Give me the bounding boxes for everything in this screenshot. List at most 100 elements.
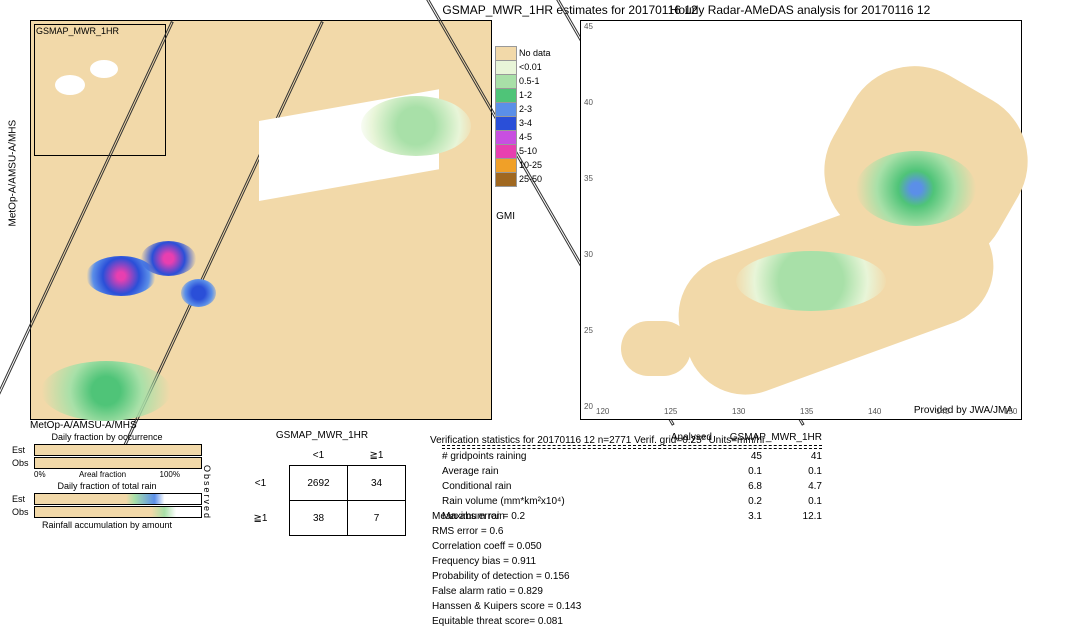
legend-item: 2-3	[495, 102, 553, 116]
inset-cloud	[90, 60, 118, 78]
scale-lbl: Areal fraction	[79, 470, 126, 479]
legend-swatch	[495, 60, 517, 75]
legend-item: No data	[495, 46, 553, 60]
verif-b: 12.1	[762, 511, 822, 522]
legend-label: 5-10	[519, 146, 537, 156]
tick-x: 150	[1004, 407, 1017, 416]
fraction-bars: Daily fraction by occurrence Est Obs 0%A…	[12, 430, 202, 532]
verif-row: Conditional rain6.84.7	[442, 479, 822, 494]
ct-col1: <1	[290, 445, 348, 466]
tick-x: 130	[732, 407, 745, 416]
tick-y: 20	[584, 402, 593, 411]
precip-blob	[141, 241, 196, 276]
left-map-ylabel: MetOp-A/AMSU-A/MHS	[8, 120, 19, 227]
metric-line: Probability of detection = 0.156	[432, 569, 662, 584]
verif-b: 0.1	[762, 496, 822, 507]
verif-a: 0.1	[702, 466, 762, 477]
occurrence-title: Daily fraction by occurrence	[12, 432, 202, 442]
scale-0: 0%	[34, 470, 46, 479]
provided-label: Provided by JWA/JMA	[914, 405, 1013, 416]
verif-a: 3.1	[702, 511, 762, 522]
legend-swatch	[495, 144, 517, 159]
obs-label: Obs	[12, 507, 34, 517]
ct-cell: 38	[290, 501, 348, 536]
precip-blob	[361, 96, 471, 156]
ct-cell: 2692	[290, 466, 348, 501]
tick-x: 140	[868, 407, 881, 416]
legend-swatch	[495, 116, 517, 131]
legend-swatch	[495, 46, 517, 61]
verif-label: # gridpoints raining	[442, 451, 702, 462]
verif-title: Verification statistics for 20170116 12 …	[430, 435, 765, 446]
inset-title: GSMAP_MWR_1HR	[35, 25, 165, 37]
verif-row: # gridpoints raining4541	[442, 449, 822, 464]
metric-line: Correlation coeff = 0.050	[432, 539, 662, 554]
legend-swatch	[495, 74, 517, 89]
legend-swatch	[495, 102, 517, 117]
tick-y: 30	[584, 250, 593, 259]
legend-label: 25-50	[519, 174, 542, 184]
verif-label: Rain volume (mm*km²x10⁴)	[442, 496, 702, 507]
verif-a: 0.2	[702, 496, 762, 507]
legend-item: <0.01	[495, 60, 553, 74]
legend-item: 4-5	[495, 130, 553, 144]
obs-bar	[34, 457, 202, 469]
contingency-table: GSMAP_MWR_1HR <1≧1 <1269234 ≧1387	[232, 430, 412, 536]
left-map: MetOp-A/AMSU-A/MHS GSMAP_MWR_1HR ANAL GM…	[30, 20, 492, 420]
tick-y: 40	[584, 98, 593, 107]
lower-panel: Daily fraction by occurrence Est Obs 0%A…	[12, 430, 1068, 629]
legend-swatch	[495, 172, 517, 187]
ct-grid: <1≧1 <1269234 ≧1387	[232, 445, 406, 536]
legend-item: 1-2	[495, 88, 553, 102]
verif-row: Average rain0.10.1	[442, 464, 822, 479]
legend-label: No data	[519, 48, 551, 58]
legend-label: 1-2	[519, 90, 532, 100]
color-legend: No data <0.01 0.5-1 1-2 2-33-4 4-5 5-10 10-25 25…	[495, 46, 553, 186]
precip-blob	[41, 361, 171, 421]
ct-cell: 34	[348, 466, 406, 501]
tick-x: 120	[596, 407, 609, 416]
tick-y: 45	[584, 22, 593, 31]
tick-x: 125	[664, 407, 677, 416]
precip-blob	[736, 251, 886, 311]
verif-b: 0.1	[762, 466, 822, 477]
metric-line: Mean abs error = 0.2	[432, 509, 662, 524]
legend-item: 25-50	[495, 172, 553, 186]
legend-item: 5-10	[495, 144, 553, 158]
metric-line: False alarm ratio = 0.829	[432, 584, 662, 599]
verif-b: 4.7	[762, 481, 822, 492]
ct-cell: 7	[348, 501, 406, 536]
tick-y: 25	[584, 326, 593, 335]
verif-row: Rain volume (mm*km²x10⁴)0.20.1	[442, 494, 822, 509]
legend-item: 10-25	[495, 158, 553, 172]
scale-100: 100%	[160, 470, 180, 479]
legend-swatch	[495, 88, 517, 103]
tick-x: 145	[936, 407, 949, 416]
metrics-list: Mean abs error = 0.2RMS error = 0.6Corre…	[432, 509, 662, 629]
metric-line: Equitable threat score= 0.081	[432, 614, 662, 629]
ct-row2: ≧1	[232, 501, 290, 536]
legend-label: 4-5	[519, 132, 532, 142]
legend-label: 0.5-1	[519, 76, 540, 86]
verif-b: 41	[762, 451, 822, 462]
tick-x: 135	[800, 407, 813, 416]
right-map: Provided by JWA/JMA 120 125 130 135 140 145 15…	[580, 20, 1022, 420]
ct-title: GSMAP_MWR_1HR	[232, 430, 412, 441]
total-title: Daily fraction of total rain	[12, 481, 202, 491]
verif-label: Average rain	[442, 466, 702, 477]
legend-item: 0.5-1	[495, 74, 553, 88]
legend-item: 3-4	[495, 116, 553, 130]
verif-a: 45	[702, 451, 762, 462]
accum-title: Rainfall accumulation by amount	[12, 520, 202, 530]
metric-line: RMS error = 0.6	[432, 524, 662, 539]
verif-a: 6.8	[702, 481, 762, 492]
gmi-label: GMI	[496, 211, 515, 222]
inset-cloud	[55, 75, 85, 95]
obs-bar	[34, 506, 202, 518]
observed-axis-label: Observed	[202, 465, 212, 535]
inset-map: GSMAP_MWR_1HR	[34, 24, 166, 156]
page: GSMAP_MWR_1HR estimates for 20170116 12 …	[0, 0, 1080, 612]
legend-label: <0.01	[519, 62, 542, 72]
tick-y: 35	[584, 174, 593, 183]
precip-blob	[181, 279, 216, 307]
